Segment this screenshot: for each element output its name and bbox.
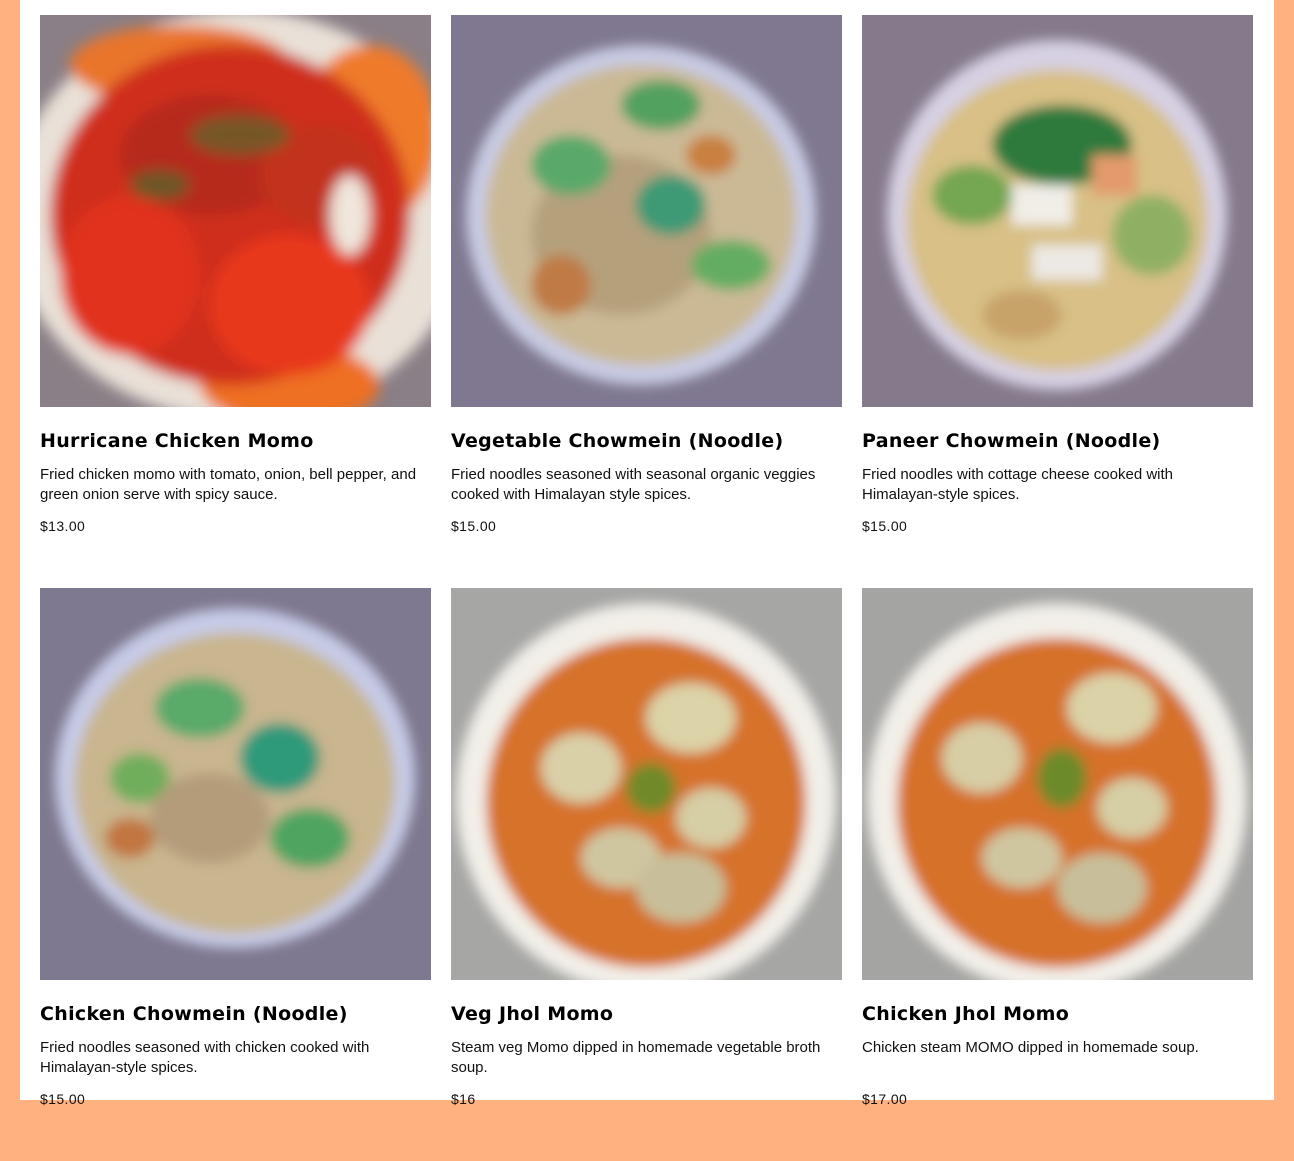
menu-item-description: Fried noodles seasoned with chicken cook… bbox=[40, 1039, 370, 1076]
vegetable-chowmein-photo[interactable] bbox=[451, 15, 842, 407]
menu-item-title[interactable]: Vegetable Chowmein (Noodle) bbox=[451, 429, 842, 453]
menu-item-card[interactable]: Paneer Chowmein (Noodle) Fried noodles w… bbox=[862, 15, 1253, 588]
hurricane-chicken-momo-photo[interactable] bbox=[40, 15, 431, 407]
menu-item-price: $17.00 bbox=[862, 1091, 908, 1107]
menu-item-card[interactable]: Chicken Chowmein (Noodle) Fried noodles … bbox=[40, 588, 431, 1161]
menu-item-title[interactable]: Hurricane Chicken Momo bbox=[40, 429, 431, 453]
menu-item-card[interactable]: Vegetable Chowmein (Noodle) Fried noodle… bbox=[451, 15, 842, 588]
menu-item-title[interactable]: Paneer Chowmein (Noodle) bbox=[862, 429, 1253, 453]
menu-item-price: $15.00 bbox=[451, 518, 497, 534]
menu-item-card[interactable]: Chicken Jhol Momo Chicken steam MOMO dip… bbox=[862, 588, 1253, 1161]
menu-grid: Hurricane Chicken Momo Fried chicken mom… bbox=[40, 15, 1253, 1161]
menu-item-price: $15.00 bbox=[862, 518, 908, 534]
menu-item-description: Steam veg Momo dipped in homemade vegeta… bbox=[451, 1039, 821, 1076]
menu-item-card[interactable]: Veg Jhol Momo Steam veg Momo dipped in h… bbox=[451, 588, 842, 1161]
paneer-chowmein-photo[interactable] bbox=[862, 15, 1253, 407]
menu-item-title[interactable]: Chicken Jhol Momo bbox=[862, 1002, 1253, 1026]
chicken-jhol-momo-photo[interactable] bbox=[862, 588, 1253, 980]
menu-item-card[interactable]: Hurricane Chicken Momo Fried chicken mom… bbox=[40, 15, 431, 588]
veg-jhol-momo-photo[interactable] bbox=[451, 588, 842, 980]
menu-item-description: Fried noodles with cottage cheese cooked… bbox=[862, 466, 1174, 503]
menu-panel: Hurricane Chicken Momo Fried chicken mom… bbox=[20, 0, 1274, 1107]
menu-item-title[interactable]: Chicken Chowmein (Noodle) bbox=[40, 1002, 431, 1026]
menu-item-description: Chicken steam MOMO dipped in homemade so… bbox=[862, 1039, 1199, 1056]
menu-item-description: Fried noodles seasoned with seasonal org… bbox=[451, 466, 816, 503]
menu-item-price: $13.00 bbox=[40, 518, 86, 534]
menu-item-title[interactable]: Veg Jhol Momo bbox=[451, 1002, 842, 1026]
menu-item-price: $16 bbox=[451, 1091, 476, 1107]
menu-item-price: $15.00 bbox=[40, 1091, 86, 1107]
chicken-chowmein-photo[interactable] bbox=[40, 588, 431, 980]
menu-item-description: Fried chicken momo with tomato, onion, b… bbox=[40, 466, 417, 503]
